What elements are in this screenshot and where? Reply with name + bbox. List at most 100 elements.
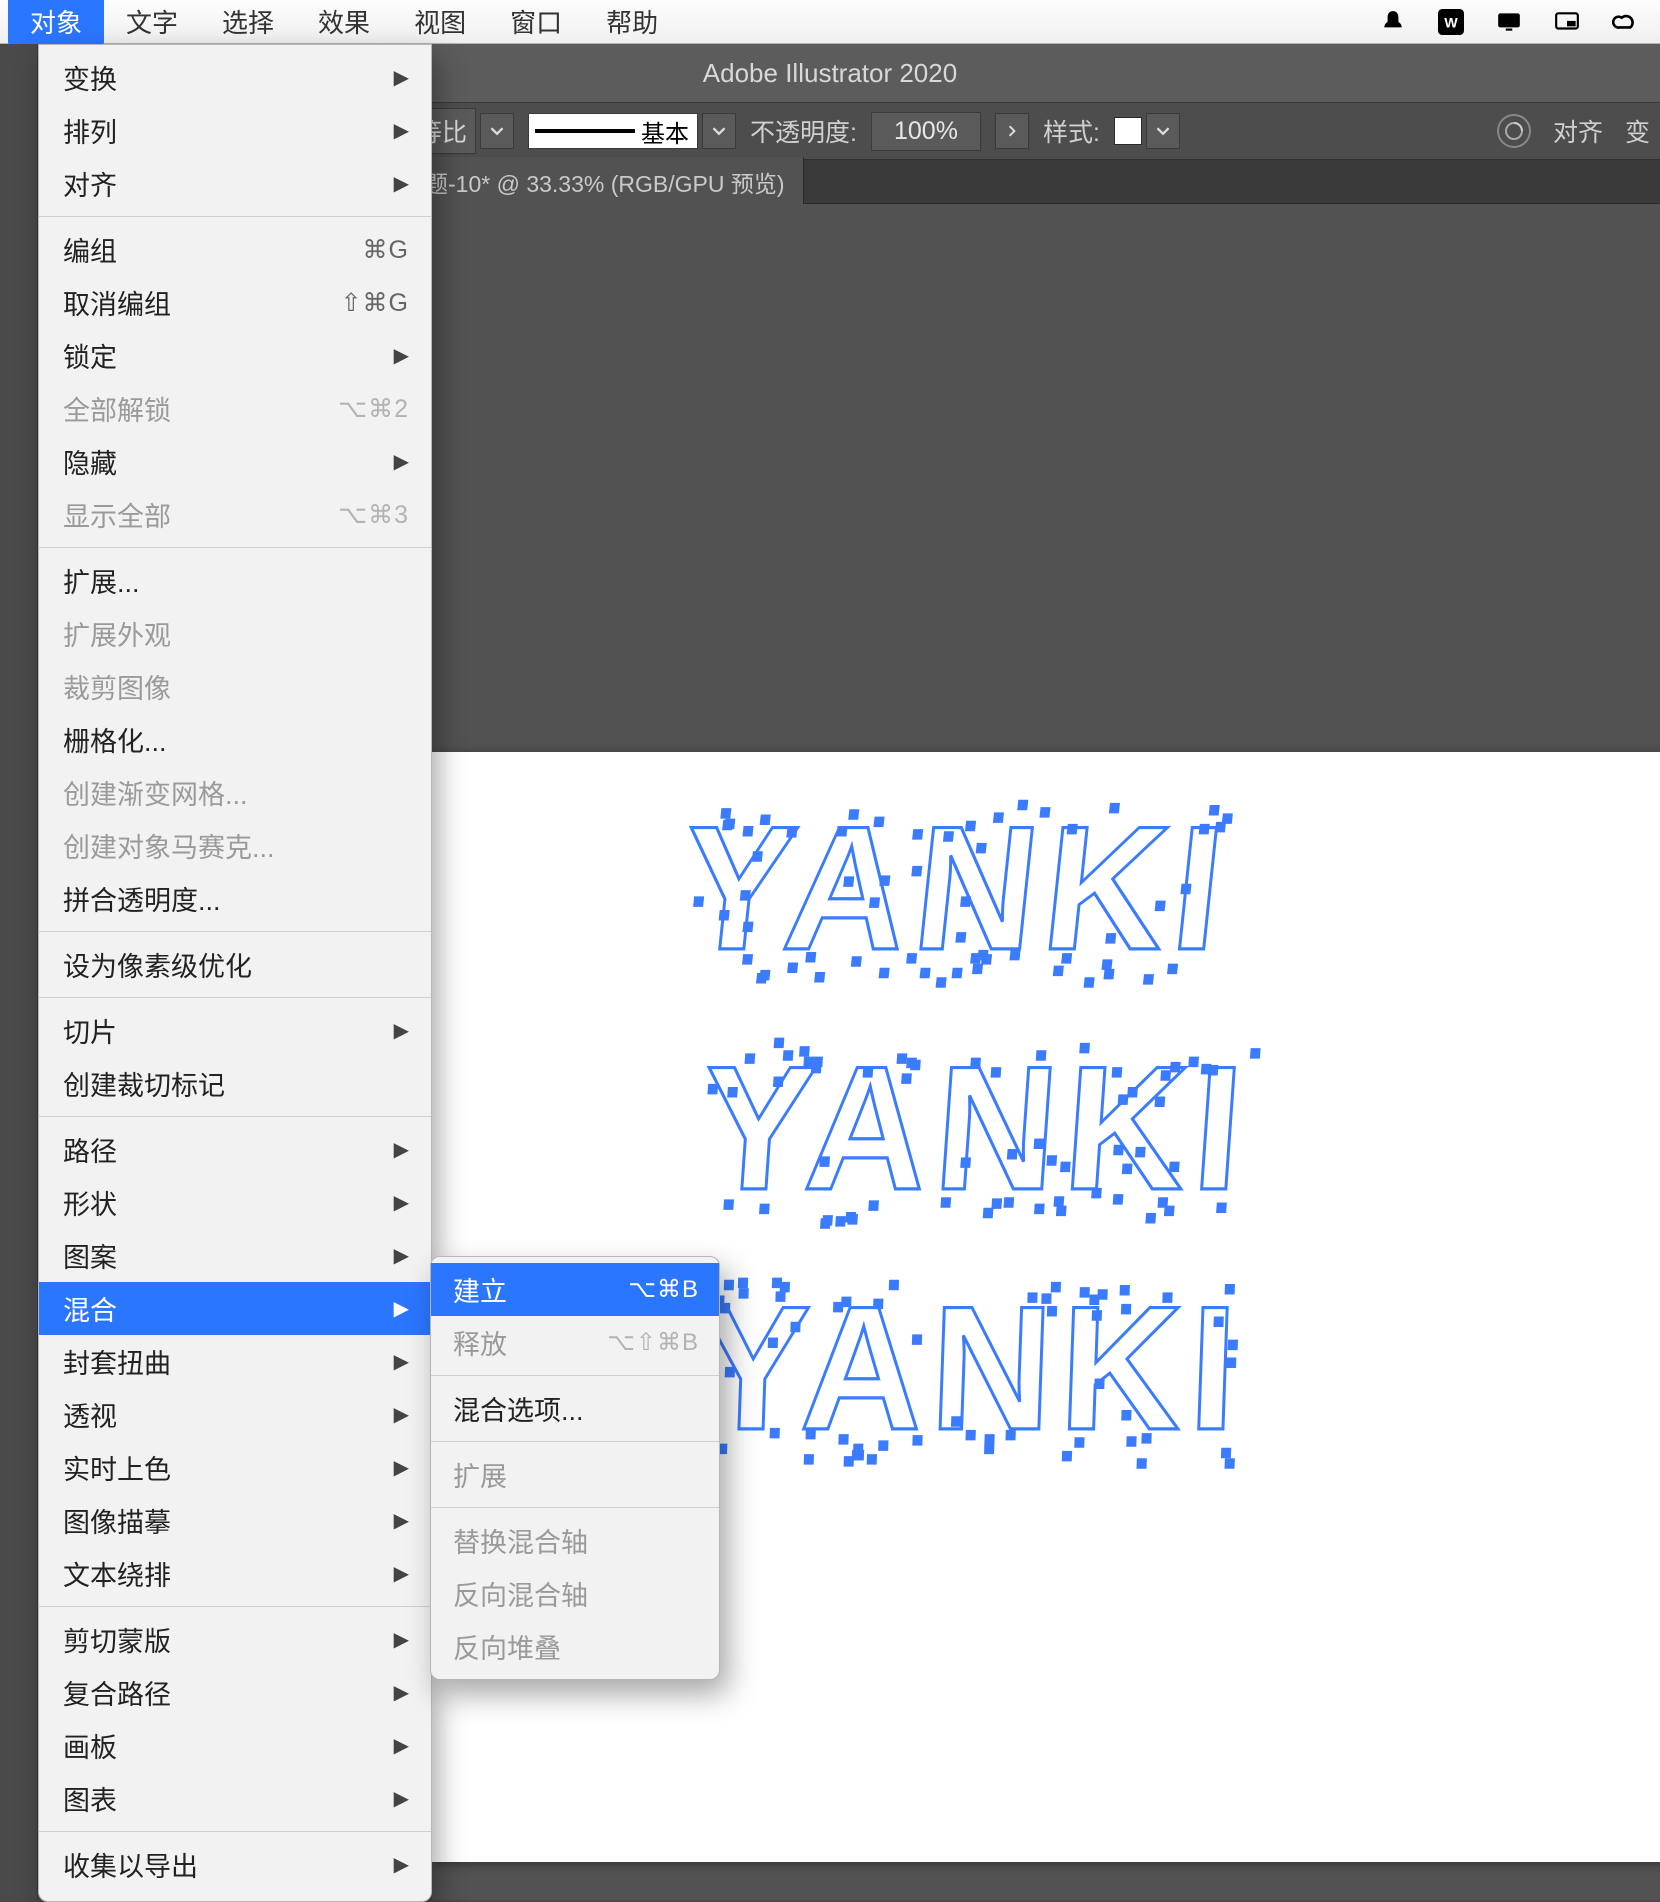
blend-submenu-item[interactable]: 建立⌥⌘B	[431, 1263, 719, 1316]
object-menu-item[interactable]: 文本绕排▶	[39, 1547, 431, 1600]
shortcut-label: ⌥⌘2	[338, 394, 409, 424]
object-menu-item[interactable]: 创建裁切标记	[39, 1057, 431, 1110]
wps-icon[interactable]: W	[1436, 7, 1466, 37]
object-menu-item[interactable]: 锁定▶	[39, 329, 431, 382]
menu-item-label: 图像描摹	[63, 1501, 391, 1540]
submenu-arrow-icon: ▶	[391, 1852, 409, 1877]
chevron-down-icon[interactable]	[1146, 113, 1180, 149]
align-button[interactable]: 对齐	[1553, 113, 1603, 149]
menu-item-label: 扩展...	[63, 561, 409, 600]
submenu-arrow-icon: ▶	[391, 1627, 409, 1652]
object-menu-item[interactable]: 剪切蒙版▶	[39, 1613, 431, 1666]
submenu-arrow-icon: ▶	[391, 1296, 409, 1321]
submenu-arrow-icon: ▶	[391, 1402, 409, 1427]
recolor-icon[interactable]	[1497, 114, 1531, 148]
menu-item-label: 文本绕排	[63, 1554, 391, 1593]
object-menu-item[interactable]: 透视▶	[39, 1388, 431, 1441]
object-menu-item[interactable]: 形状▶	[39, 1176, 431, 1229]
opacity-label: 不透明度:	[750, 113, 857, 149]
transform-button[interactable]: 变	[1625, 113, 1650, 149]
menu-item-label: 反向堆叠	[453, 1627, 699, 1666]
submenu-arrow-icon: ▶	[391, 171, 409, 196]
menu-item-label: 复合路径	[63, 1673, 391, 1712]
opacity-value[interactable]: 100%	[871, 112, 981, 151]
graphic-style-dropdown[interactable]	[1114, 113, 1180, 149]
menu-item-label: 封套扭曲	[63, 1342, 391, 1381]
object-menu-item: 显示全部⌥⌘3	[39, 488, 431, 541]
object-menu-item[interactable]: 图案▶	[39, 1229, 431, 1282]
blend-submenu-item[interactable]: 混合选项...	[431, 1382, 719, 1435]
menu-item-label: 拼合透明度...	[63, 879, 409, 918]
menu-item-label: 反向混合轴	[453, 1574, 699, 1613]
menu-item-label: 编组	[63, 230, 363, 269]
object-menu-item[interactable]: 对齐▶	[39, 157, 431, 210]
object-menu-item[interactable]: 收集以导出▶	[39, 1838, 431, 1891]
object-menu-item[interactable]: 编组⌘G	[39, 223, 431, 276]
object-menu-item[interactable]: 拼合透明度...	[39, 872, 431, 925]
svg-text:W: W	[1444, 14, 1458, 30]
object-menu-item[interactable]: 设为像素级优化	[39, 938, 431, 991]
menu-item-label: 画板	[63, 1726, 391, 1765]
submenu-arrow-icon: ▶	[391, 1243, 409, 1268]
submenu-arrow-icon: ▶	[391, 1137, 409, 1162]
creative-cloud-icon[interactable]	[1610, 7, 1640, 37]
penguin-icon[interactable]	[1378, 7, 1408, 37]
object-menu-item[interactable]: 画板▶	[39, 1719, 431, 1772]
submenu-arrow-icon: ▶	[391, 1349, 409, 1374]
menu-separator	[431, 1507, 719, 1508]
menu-object[interactable]: 对象	[8, 0, 104, 46]
object-menu-item: 全部解锁⌥⌘2	[39, 382, 431, 435]
opacity-chevron-icon[interactable]	[995, 113, 1029, 149]
object-menu-item[interactable]: 栅格化...	[39, 713, 431, 766]
object-menu-item[interactable]: 隐藏▶	[39, 435, 431, 488]
object-menu-item[interactable]: 实时上色▶	[39, 1441, 431, 1494]
object-menu-item[interactable]: 扩展...	[39, 554, 431, 607]
blend-submenu: 建立⌥⌘B释放⌥⇧⌘B混合选项...扩展替换混合轴反向混合轴反向堆叠	[430, 1256, 720, 1680]
object-menu-item[interactable]: 路径▶	[39, 1123, 431, 1176]
anchor-points	[695, 1027, 1256, 1230]
shortcut-label: ⌥⌘B	[628, 1275, 699, 1304]
menu-item-label: 显示全部	[63, 495, 338, 534]
artwork-text-row[interactable]: YANKI	[671, 787, 1240, 990]
menu-item-label: 图表	[63, 1779, 391, 1818]
menu-item-label: 全部解锁	[63, 389, 338, 428]
object-menu-item[interactable]: 排列▶	[39, 104, 431, 157]
submenu-arrow-icon: ▶	[391, 1561, 409, 1586]
object-menu-item[interactable]: 复合路径▶	[39, 1666, 431, 1719]
menu-window[interactable]: 窗口	[488, 0, 584, 46]
menu-item-label: 图案	[63, 1236, 391, 1275]
shortcut-label: ⌘G	[363, 235, 409, 265]
artwork-text-row[interactable]: YANKI	[695, 1027, 1256, 1230]
menu-separator	[431, 1441, 719, 1442]
object-menu-item[interactable]: 变换▶	[39, 51, 431, 104]
artwork-text-row[interactable]: YANKI	[693, 1267, 1247, 1470]
chevron-down-icon[interactable]	[480, 113, 514, 149]
menu-select[interactable]: 选择	[200, 0, 296, 46]
object-menu-item[interactable]: 图表▶	[39, 1772, 431, 1825]
object-menu-item[interactable]: 切片▶	[39, 1004, 431, 1057]
object-menu-item: 创建渐变网格...	[39, 766, 431, 819]
chevron-down-icon[interactable]	[702, 113, 736, 149]
object-menu-dropdown: 变换▶排列▶对齐▶编组⌘G取消编组⇧⌘G锁定▶全部解锁⌥⌘2隐藏▶显示全部⌥⌘3…	[38, 44, 432, 1902]
document-tab[interactable]: 标题-10* @ 33.33% (RGB/GPU 预览)	[384, 157, 804, 207]
blend-submenu-item: 扩展	[431, 1448, 719, 1501]
object-menu-item[interactable]: 图像描摹▶	[39, 1494, 431, 1547]
object-menu-item[interactable]: 混合▶	[39, 1282, 431, 1335]
picture-in-picture-icon[interactable]	[1552, 7, 1582, 37]
menu-view[interactable]: 视图	[392, 0, 488, 46]
object-menu-item[interactable]: 取消编组⇧⌘G	[39, 276, 431, 329]
menu-effect[interactable]: 效果	[296, 0, 392, 46]
menu-help[interactable]: 帮助	[584, 0, 680, 46]
submenu-arrow-icon: ▶	[391, 1508, 409, 1533]
anchor-points	[671, 787, 1240, 990]
submenu-arrow-icon: ▶	[391, 1018, 409, 1043]
stroke-style-label: 基本	[641, 114, 697, 149]
submenu-arrow-icon: ▶	[391, 1455, 409, 1480]
shortcut-label: ⌥⌘3	[338, 500, 409, 530]
object-menu-item[interactable]: 封套扭曲▶	[39, 1335, 431, 1388]
stroke-style-dropdown[interactable]: 基本	[528, 113, 736, 149]
menu-item-label: 创建对象马赛克...	[63, 826, 409, 865]
menu-type[interactable]: 文字	[104, 0, 200, 46]
display-icon[interactable]	[1494, 7, 1524, 37]
menu-item-label: 取消编组	[63, 283, 341, 322]
